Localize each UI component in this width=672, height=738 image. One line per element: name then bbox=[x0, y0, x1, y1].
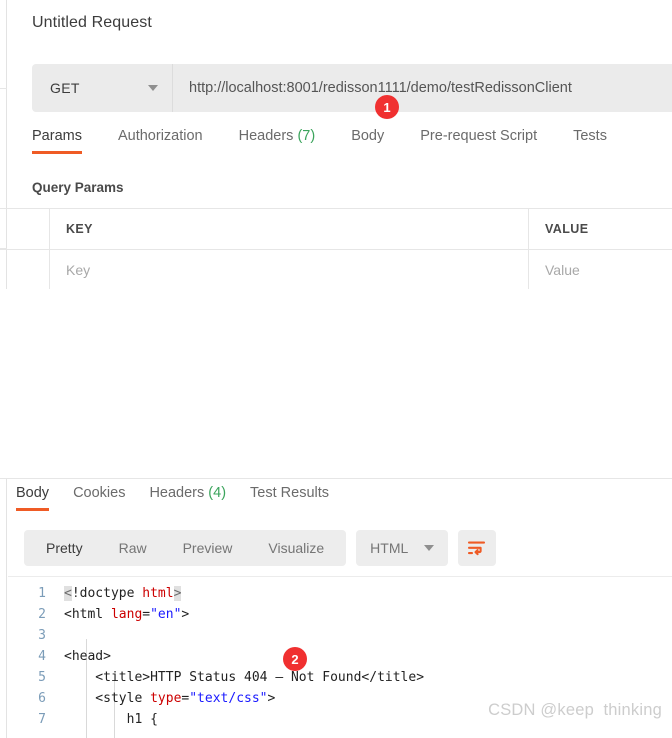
tab-test-results-label: Test Results bbox=[250, 485, 330, 501]
tab-tests[interactable]: Tests bbox=[573, 128, 607, 154]
tab-response-cookies[interactable]: Cookies bbox=[73, 485, 125, 511]
tab-pre-request-script-label: Pre-request Script bbox=[420, 128, 538, 144]
annotation-badge-1: 1 bbox=[375, 95, 399, 119]
code-line: 3 bbox=[8, 625, 672, 646]
tab-response-headers-label: Headers bbox=[149, 485, 205, 501]
tab-response-body[interactable]: Body bbox=[16, 485, 50, 511]
watermark: CSDN @keep thinking bbox=[488, 701, 662, 719]
query-params-label: Query Params bbox=[32, 180, 124, 195]
code-text: <html lang="en"> bbox=[64, 607, 190, 622]
chevron-down-icon bbox=[424, 545, 435, 551]
tab-test-results[interactable]: Test Results bbox=[250, 485, 329, 511]
response-toolbar: Pretty Raw Preview Visualize HTML bbox=[24, 530, 497, 566]
tab-authorization-label: Authorization bbox=[117, 128, 203, 144]
url-input[interactable]: http://localhost:8001/redisson1111/demo/… bbox=[172, 64, 672, 112]
page-title: Untitled Request bbox=[32, 14, 152, 31]
code-text: <head> bbox=[64, 649, 111, 664]
line-number: 5 bbox=[38, 670, 46, 685]
url-bar: GET http://localhost:8001/redisson1111/d… bbox=[32, 64, 672, 112]
line-number: 3 bbox=[38, 628, 46, 643]
code-text: <style type="text/css"> bbox=[64, 691, 276, 706]
response-format-select[interactable]: HTML bbox=[356, 530, 449, 566]
tab-pre-request-script[interactable]: Pre-request Script bbox=[420, 128, 537, 154]
tab-tests-label: Tests bbox=[573, 128, 607, 144]
tab-response-cookies-label: Cookies bbox=[73, 485, 126, 501]
tab-headers-count: (7) bbox=[297, 128, 316, 144]
param-key-input[interactable]: Key bbox=[50, 250, 529, 290]
line-number: 2 bbox=[38, 607, 46, 622]
tab-body[interactable]: Body bbox=[351, 128, 384, 154]
chevron-down-icon bbox=[148, 85, 158, 91]
line-number: 1 bbox=[38, 586, 46, 601]
tab-headers[interactable]: Headers (7) bbox=[239, 128, 316, 154]
tab-headers-label: Headers bbox=[238, 128, 294, 144]
code-text: <!doctype html> bbox=[64, 586, 182, 601]
code-text: <title>HTTP Status 404 – Not Found</titl… bbox=[64, 670, 425, 685]
http-method-select[interactable]: GET bbox=[32, 64, 172, 112]
table-row: Key Value bbox=[0, 250, 672, 291]
word-wrap-button[interactable] bbox=[458, 530, 497, 566]
line-number: 4 bbox=[38, 649, 46, 664]
column-header-key: KEY bbox=[50, 209, 529, 249]
params-empty-area bbox=[0, 289, 672, 479]
query-params-table: KEY VALUE Key Value bbox=[0, 208, 672, 291]
tab-params-label: Params bbox=[32, 128, 82, 144]
code-line: 4 <head> bbox=[8, 646, 672, 667]
tab-params[interactable]: Params bbox=[32, 128, 82, 154]
response-tabs: Body Cookies Headers (4) Test Results bbox=[16, 485, 672, 511]
param-value-input[interactable]: Value bbox=[529, 250, 672, 290]
code-line: 5 <title>HTTP Status 404 – Not Found</ti… bbox=[8, 667, 672, 688]
tab-response-headers[interactable]: Headers (4) bbox=[149, 485, 226, 511]
word-wrap-icon bbox=[468, 541, 486, 556]
response-format-label: HTML bbox=[370, 540, 409, 556]
select-all-cell[interactable] bbox=[0, 209, 50, 249]
view-mode-visualize[interactable]: Visualize bbox=[250, 530, 342, 566]
http-method-label: GET bbox=[50, 80, 80, 96]
view-mode-preview[interactable]: Preview bbox=[165, 530, 251, 566]
view-mode-raw[interactable]: Raw bbox=[101, 530, 165, 566]
request-tabs: Params Authorization Headers (7) Body Pr… bbox=[32, 128, 672, 160]
column-header-value: VALUE bbox=[545, 222, 589, 236]
table-header-row: KEY VALUE bbox=[0, 209, 672, 250]
postman-window: Untitled Request GET http://localhost:80… bbox=[0, 0, 672, 738]
view-mode-pretty[interactable]: Pretty bbox=[28, 530, 101, 566]
tab-authorization[interactable]: Authorization bbox=[118, 128, 203, 154]
code-line: 1 <!doctype html> bbox=[8, 583, 672, 604]
tab-response-body-label: Body bbox=[16, 485, 50, 501]
code-line: 2 <html lang="en"> bbox=[8, 604, 672, 625]
annotation-badge-2: 2 bbox=[283, 647, 307, 671]
line-number: 6 bbox=[38, 691, 46, 706]
code-text: h1 { bbox=[64, 712, 158, 727]
tab-body-label: Body bbox=[351, 128, 385, 144]
tab-response-headers-count: (4) bbox=[208, 485, 227, 501]
row-checkbox-cell[interactable] bbox=[0, 250, 50, 290]
line-number: 7 bbox=[38, 712, 46, 727]
view-mode-group: Pretty Raw Preview Visualize bbox=[24, 530, 347, 566]
